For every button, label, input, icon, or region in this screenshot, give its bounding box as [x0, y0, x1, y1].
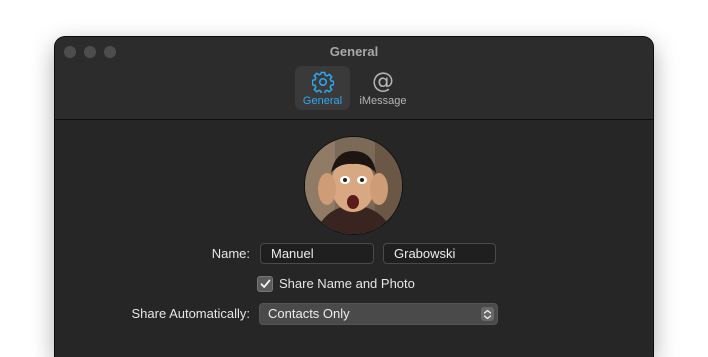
name-label: Name:	[211, 246, 250, 261]
share-automatically-label: Share Automatically:	[131, 306, 250, 321]
checkmark-icon	[260, 279, 270, 288]
first-name-field[interactable]: Manuel	[260, 243, 374, 264]
tab-imessage[interactable]: @ iMessage	[355, 66, 411, 110]
gear-icon	[311, 69, 334, 95]
window-title: General	[329, 44, 379, 59]
share-name-photo-label: Share Name and Photo	[279, 276, 415, 291]
at-icon: @	[372, 69, 394, 94]
share-automatically-select[interactable]: Contacts Only	[259, 303, 498, 325]
share-automatically-value: Contacts Only	[268, 306, 350, 321]
avatar[interactable]	[305, 137, 402, 234]
tab-imessage-label: iMessage	[359, 95, 407, 107]
share-name-photo-checkbox[interactable]	[257, 276, 273, 292]
preferences-window: General General @ iMessage Name: Manuel …	[55, 37, 653, 357]
last-name-field[interactable]: Grabowski	[383, 243, 496, 264]
tab-general-label: General	[302, 95, 343, 107]
titlebar: General General @ iMessage	[55, 37, 653, 120]
chevron-up-down-icon	[481, 307, 494, 321]
tab-general[interactable]: General	[295, 66, 350, 110]
